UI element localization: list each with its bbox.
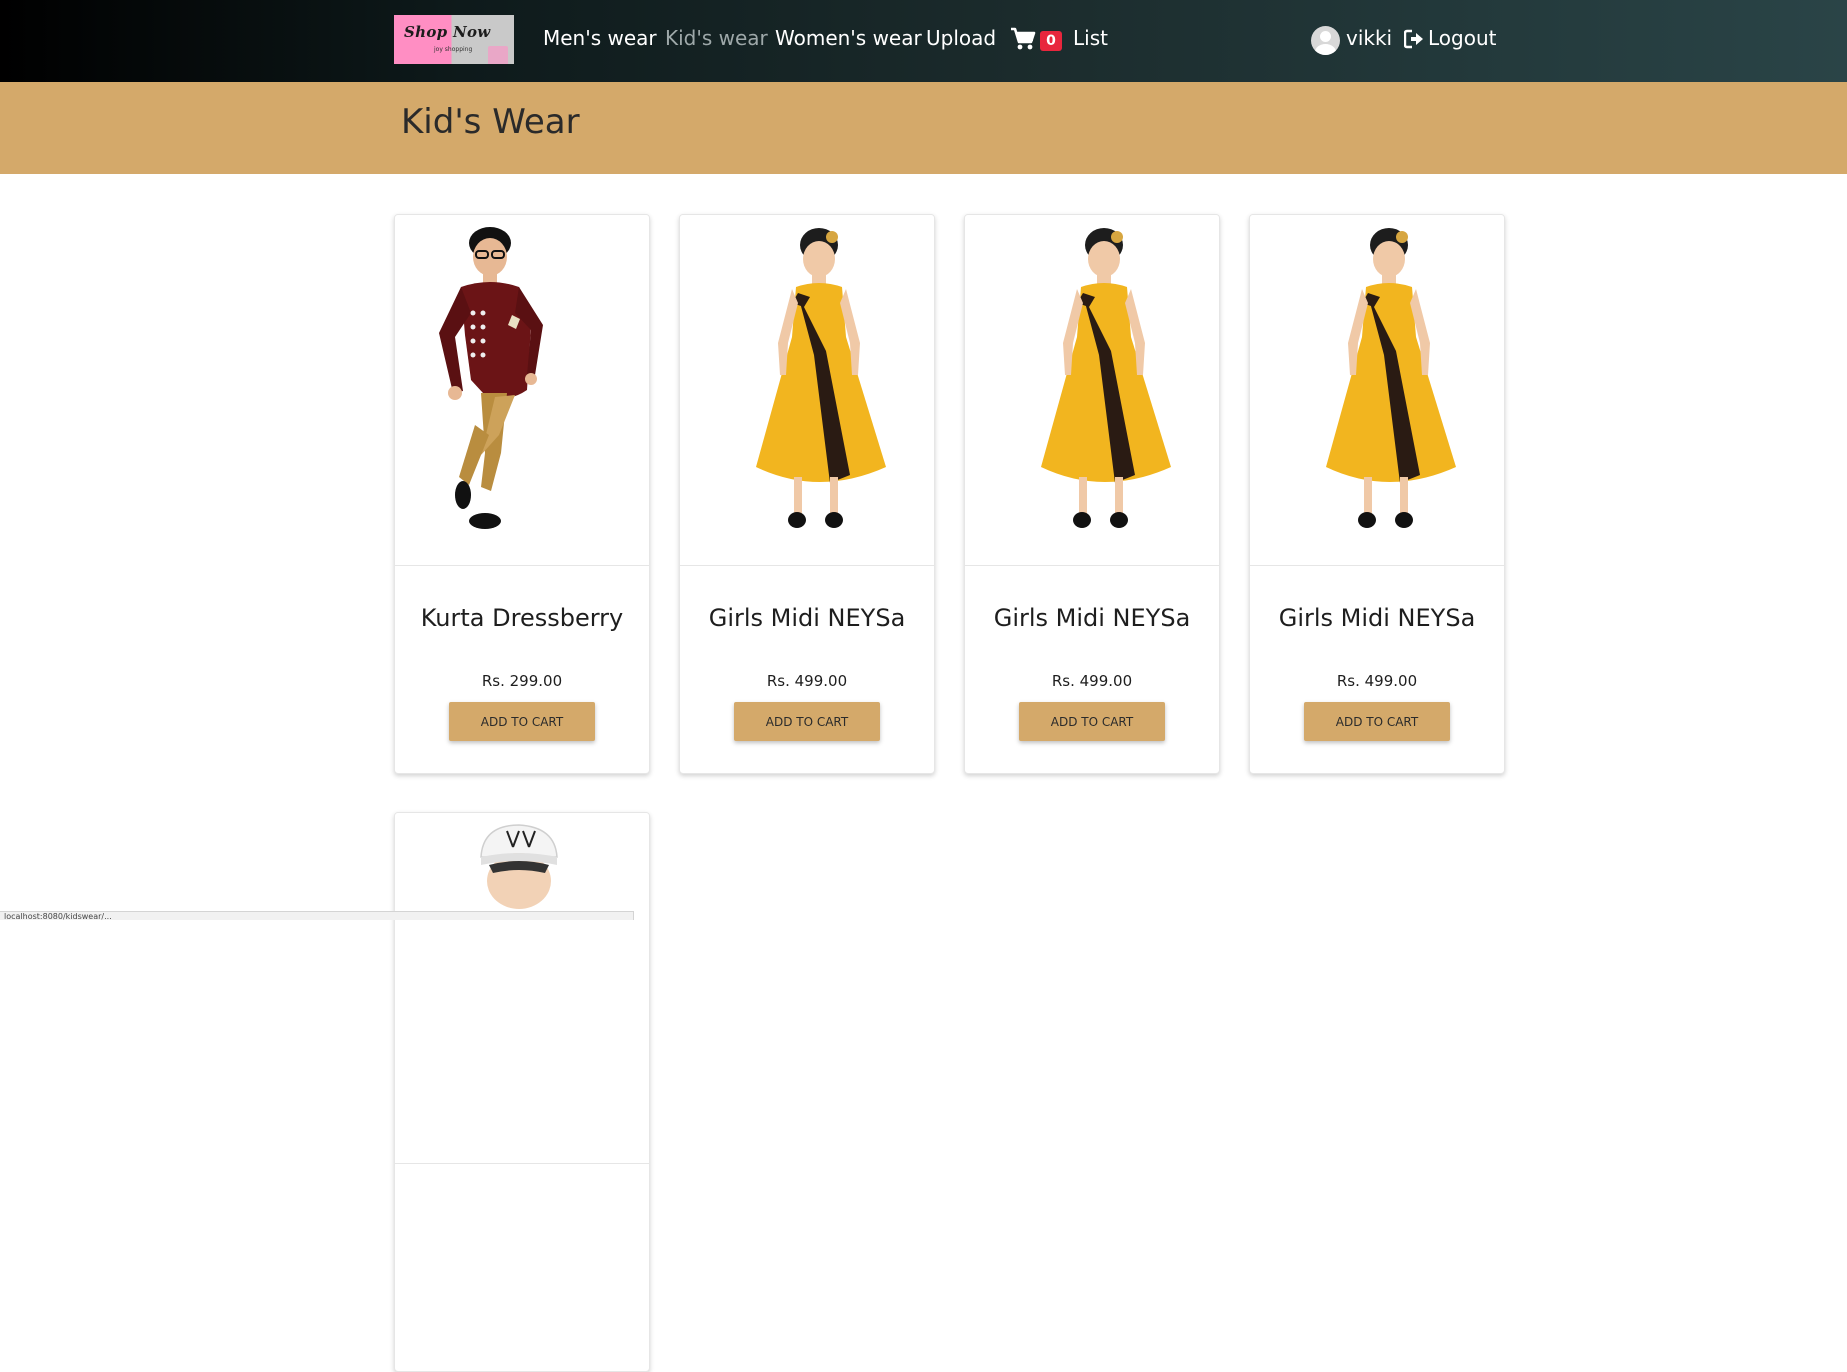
- nav-link-womens-wear[interactable]: Women's wear: [775, 26, 922, 50]
- product-name: Girls Midi NEYSa: [1278, 604, 1476, 632]
- add-to-cart-button[interactable]: ADD TO CART: [1304, 702, 1450, 741]
- product-price: Rs. 499.00: [1051, 672, 1133, 690]
- page-header-banner: Kid's Wear: [0, 82, 1847, 174]
- product-name: Girls Midi NEYSa: [708, 604, 906, 632]
- product-name: Kurta Dressberry: [420, 604, 624, 632]
- product-card: Girls Midi NEYSa Rs. 499.00 ADD TO CART: [964, 214, 1220, 774]
- logout-icon: [1404, 29, 1423, 49]
- avatar: [1311, 26, 1340, 55]
- product-card: Girls Midi NEYSa Rs. 499.00 ADD TO CART: [679, 214, 935, 774]
- top-navbar: Shop Now joy shopping Men's wear Kid's w…: [0, 0, 1847, 82]
- nav-link-kids-wear[interactable]: Kid's wear: [665, 26, 768, 50]
- girl-yellow-dress-illustration: [1041, 228, 1171, 528]
- product-card: [394, 812, 650, 1372]
- nav-link-upload[interactable]: Upload: [926, 26, 996, 50]
- product-price: Rs. 499.00: [766, 672, 848, 690]
- add-to-cart-button[interactable]: ADD TO CART: [449, 702, 595, 741]
- girl-yellow-dress-illustration: [756, 228, 886, 528]
- logo-text: Shop Now: [404, 23, 491, 41]
- girl-yellow-dress-illustration: [1326, 228, 1456, 528]
- logo-subtext: joy shopping: [434, 46, 473, 53]
- username: vikki: [1346, 26, 1393, 50]
- cart-count-badge: 0: [1040, 31, 1062, 51]
- shopping-bag-icon: [488, 46, 508, 64]
- product-name: Girls Midi NEYSa: [993, 604, 1191, 632]
- boy-kurta-image[interactable]: [395, 215, 649, 566]
- boy-cap-illustration: [480, 824, 558, 909]
- boy-cap-image[interactable]: [395, 813, 649, 1164]
- girl-yellow-dress-image[interactable]: [680, 215, 934, 566]
- page-title: Kid's Wear: [401, 102, 580, 142]
- boy-kurta-illustration: [439, 227, 543, 529]
- add-to-cart-button[interactable]: ADD TO CART: [734, 702, 880, 741]
- shop-logo[interactable]: Shop Now joy shopping: [394, 15, 514, 64]
- product-card: Kurta Dressberry Rs. 299.00 ADD TO CART: [394, 214, 650, 774]
- add-to-cart-button[interactable]: ADD TO CART: [1019, 702, 1165, 741]
- nav-link-mens-wear[interactable]: Men's wear: [543, 26, 657, 50]
- product-price: Rs. 299.00: [481, 672, 563, 690]
- browser-status-bar: localhost:8080/kidswear/...: [0, 911, 634, 920]
- product-price: Rs. 499.00: [1336, 672, 1418, 690]
- shopping-cart-icon: [1011, 27, 1036, 50]
- girl-yellow-dress-image[interactable]: [965, 215, 1219, 566]
- nav-link-list[interactable]: List: [1073, 26, 1108, 50]
- product-card: Girls Midi NEYSa Rs. 499.00 ADD TO CART: [1249, 214, 1505, 774]
- girl-yellow-dress-image[interactable]: [1250, 215, 1504, 566]
- logout-label: Logout: [1428, 26, 1497, 50]
